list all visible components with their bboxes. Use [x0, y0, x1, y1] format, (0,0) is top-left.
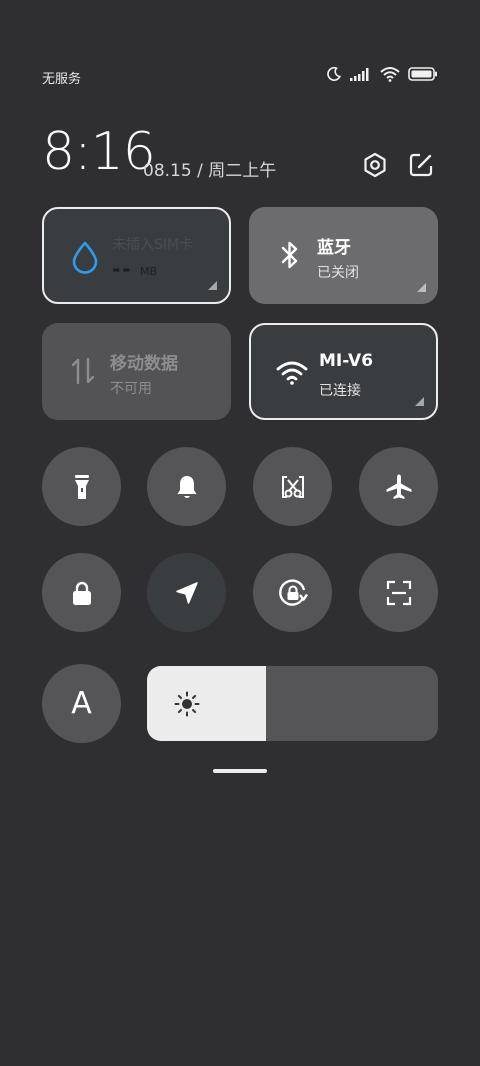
clock-date: 08.15 / 周二上午: [143, 161, 277, 181]
wifi-icon: [275, 355, 309, 391]
lock-screen-toggle[interactable]: [42, 553, 121, 632]
data-usage-value: --: [112, 257, 133, 281]
data-usage-unit: MB: [140, 265, 158, 278]
lock-icon: [72, 581, 91, 605]
location-arrow-icon: [175, 581, 198, 604]
airplane-icon: [386, 474, 411, 499]
scan-icon: [386, 580, 411, 605]
data-usage-title: 未插入SIM卡: [112, 237, 194, 253]
data-usage-tile[interactable]: 未插入SIM卡 -- MB: [42, 207, 231, 304]
status-bar: 无服务: [0, 60, 480, 92]
mobile-data-tile[interactable]: 移动数据 不可用: [42, 323, 231, 420]
edit-icon: [409, 153, 433, 177]
settings-icon: [364, 152, 386, 178]
auto-brightness-toggle[interactable]: A: [42, 664, 121, 743]
moon-icon: [327, 66, 341, 81]
airplane-mode-toggle[interactable]: [359, 447, 438, 526]
clock-time: 8:16: [42, 122, 156, 182]
brightness-slider[interactable]: [147, 666, 438, 741]
signal-icon: [350, 68, 369, 81]
sound-toggle[interactable]: [147, 447, 226, 526]
edit-button[interactable]: [406, 150, 436, 180]
mobile-data-title: 移动数据: [110, 354, 178, 374]
settings-button[interactable]: [360, 150, 390, 180]
expand-corner-icon: [417, 283, 426, 292]
carrier-label: 无服务: [42, 72, 82, 87]
data-arrows-icon: [66, 353, 100, 389]
scissors-icon: [281, 475, 304, 498]
flashlight-icon: [74, 474, 89, 499]
wifi-icon: [380, 67, 400, 82]
rotation-lock-toggle[interactable]: [253, 553, 332, 632]
expand-corner-icon: [208, 281, 217, 290]
flashlight-toggle[interactable]: [42, 447, 121, 526]
wifi-tile[interactable]: MI-V6 已连接: [249, 323, 438, 420]
bluetooth-title: 蓝牙: [317, 238, 351, 258]
battery-icon: [408, 67, 437, 81]
bluetooth-tile[interactable]: 蓝牙 已关闭: [249, 207, 438, 304]
rotation-lock-icon: [278, 578, 308, 606]
clock-header: 8:16 08.15 / 周二上午: [42, 120, 438, 190]
drag-handle[interactable]: [213, 769, 267, 773]
wifi-status: 已连接: [319, 383, 361, 399]
sun-icon: [174, 691, 200, 717]
screenshot-toggle[interactable]: [253, 447, 332, 526]
water-drop-icon: [68, 239, 102, 275]
bluetooth-status: 已关闭: [317, 265, 359, 281]
bell-icon: [177, 475, 196, 498]
scanner-toggle[interactable]: [359, 553, 438, 632]
mobile-data-status: 不可用: [110, 381, 152, 397]
wifi-network-name: MI-V6: [319, 351, 374, 371]
expand-corner-icon: [415, 397, 424, 406]
status-icons: [326, 66, 438, 82]
auto-brightness-icon: A: [71, 686, 92, 721]
location-toggle[interactable]: [147, 553, 226, 632]
brightness-level-fill: [147, 666, 267, 741]
bluetooth-icon: [273, 237, 307, 273]
